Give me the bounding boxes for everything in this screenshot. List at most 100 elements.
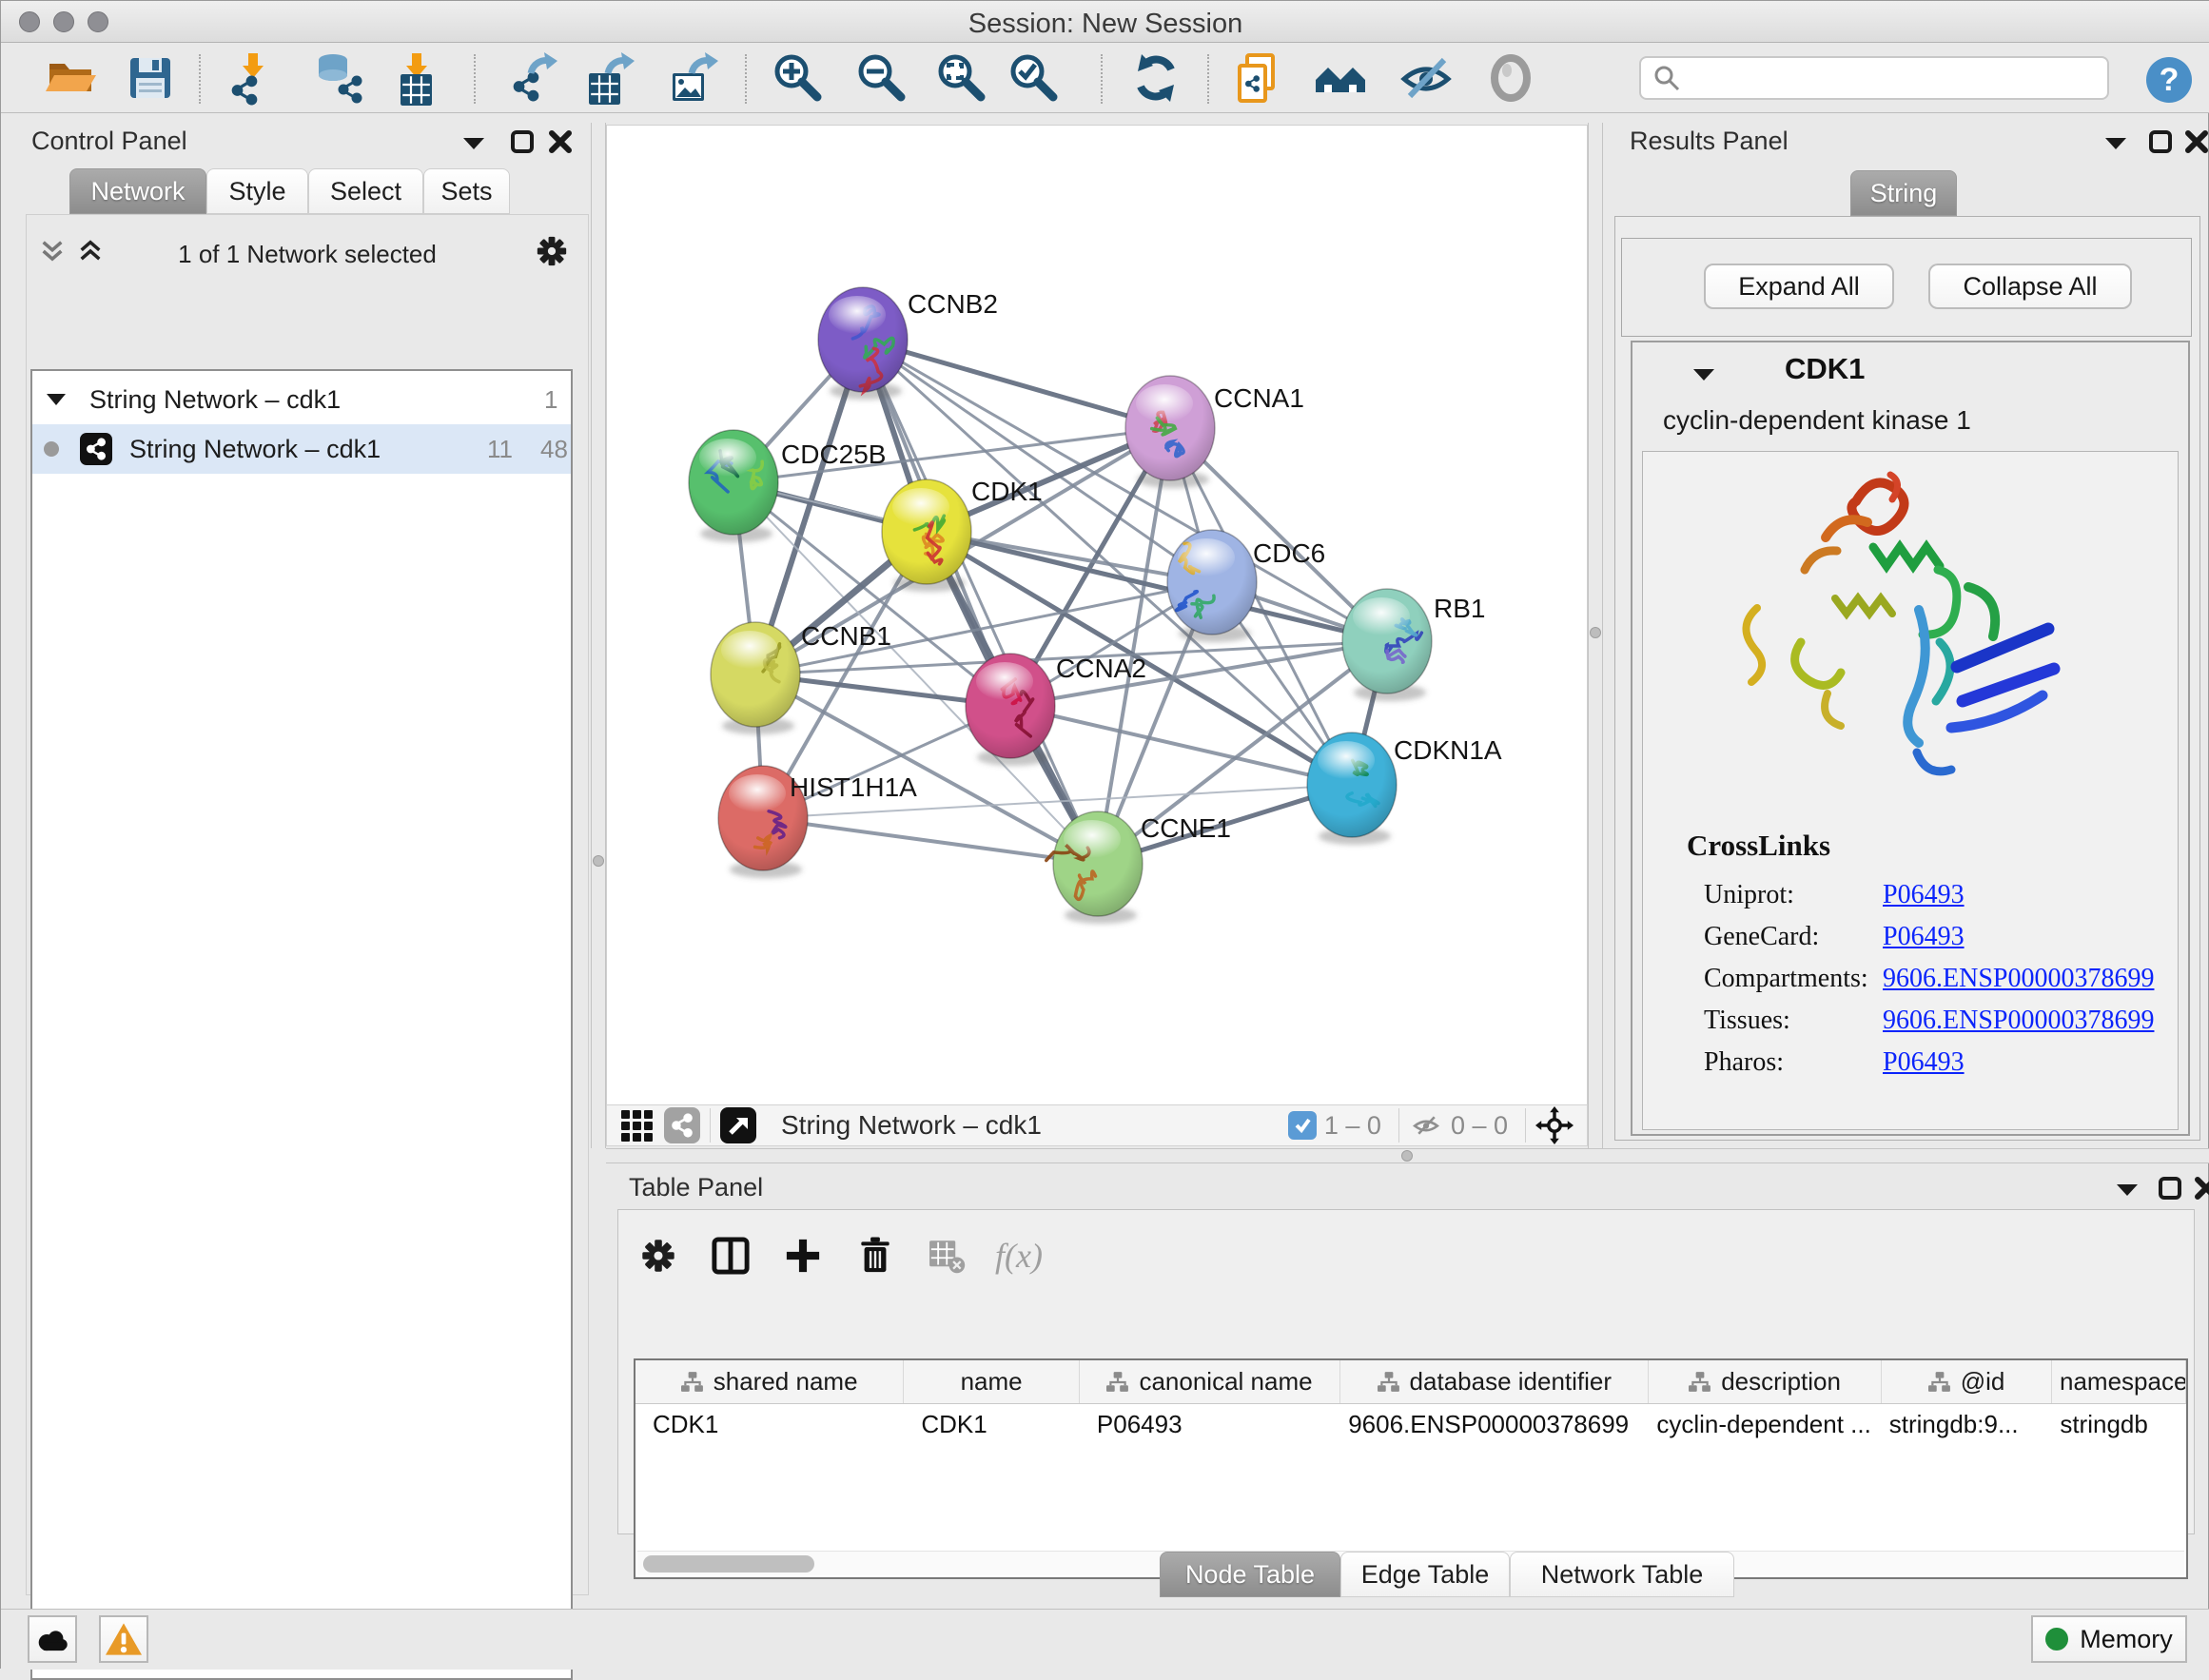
copy-network-button[interactable] xyxy=(1231,50,1286,106)
hide-selected-button[interactable] xyxy=(1398,50,1454,106)
table-cell[interactable]: CDK1 xyxy=(904,1404,1080,1446)
crosslink-link[interactable]: P06493 xyxy=(1883,922,1965,952)
network-row-selected[interactable]: String Network – cdk1 11 48 xyxy=(32,424,571,474)
network-node-cdc6[interactable]: CDC6 xyxy=(1167,530,1325,642)
fit-selected-crosshair-icon[interactable] xyxy=(1535,1106,1574,1144)
crosslink-link[interactable]: 9606.ENSP00000378699 xyxy=(1883,964,2154,994)
splitter-handle[interactable] xyxy=(593,855,604,867)
column-header-shared-name[interactable]: shared name xyxy=(635,1360,904,1403)
export-network-button[interactable] xyxy=(508,50,563,106)
open-in-window-icon[interactable] xyxy=(720,1107,756,1143)
crosslink-link[interactable]: P06493 xyxy=(1883,880,1965,910)
search-input[interactable] xyxy=(1691,64,2107,93)
tab-edge-table[interactable]: Edge Table xyxy=(1340,1552,1510,1597)
delete-column-icon[interactable] xyxy=(850,1231,900,1280)
zoom-fit-button[interactable] xyxy=(934,50,989,106)
panel-menu-icon[interactable] xyxy=(2115,1182,2140,1198)
panel-menu-icon[interactable] xyxy=(461,136,486,151)
collapse-all-button[interactable]: Collapse All xyxy=(1928,264,2132,309)
column-header-description[interactable]: description xyxy=(1649,1360,1881,1403)
viewbar-separator xyxy=(710,1108,711,1143)
right-splitter[interactable] xyxy=(1588,123,1603,1148)
panel-menu-icon[interactable] xyxy=(2103,136,2128,151)
import-network-file-button[interactable] xyxy=(225,50,280,106)
tree-expander-icon[interactable] xyxy=(46,393,67,406)
zoom-selected-button[interactable] xyxy=(1007,50,1062,106)
table-cell[interactable]: P06493 xyxy=(1080,1404,1340,1446)
export-image-button[interactable] xyxy=(665,50,720,106)
refresh-view-button[interactable] xyxy=(1128,50,1183,106)
grid-view-icon[interactable] xyxy=(618,1107,655,1143)
tab-network-table[interactable]: Network Table xyxy=(1510,1552,1734,1597)
string-network-graph[interactable]: CCNB2CCNA1CDC25BCDK1CDC6RB1CCNB1CCNA2CDK… xyxy=(607,126,1587,1104)
save-session-button[interactable] xyxy=(123,50,178,106)
section-expander-icon[interactable] xyxy=(1691,367,1716,382)
selected-checkbox-icon[interactable] xyxy=(1288,1111,1317,1140)
column-header-namespace[interactable]: namespace xyxy=(2052,1360,2186,1403)
cloud-status-button[interactable] xyxy=(28,1615,77,1663)
network-node-ccnb2[interactable]: CCNB2 xyxy=(818,287,998,400)
crosslink-link[interactable]: 9606.ENSP00000378699 xyxy=(1883,1006,2154,1036)
memory-button[interactable]: Memory xyxy=(2031,1615,2187,1663)
tab-node-table[interactable]: Node Table xyxy=(1160,1552,1340,1597)
network-node-cdk1[interactable]: CDK1 xyxy=(882,477,1043,592)
panel-close-icon[interactable] xyxy=(2193,1175,2209,1201)
network-node-ccna2[interactable]: CCNA2 xyxy=(966,654,1146,766)
panel-close-icon[interactable] xyxy=(547,128,574,155)
warnings-button[interactable] xyxy=(99,1615,148,1663)
table-row[interactable]: CDK1CDK1P064939606.ENSP00000378699cyclin… xyxy=(635,1404,2186,1446)
tab-style[interactable]: Style xyxy=(206,168,308,214)
table-cell[interactable]: stringdb xyxy=(2052,1404,2186,1446)
table-cell[interactable]: cyclin-dependent ... xyxy=(1649,1404,1881,1446)
network-collection-row[interactable]: String Network – cdk1 1 xyxy=(32,375,571,424)
string-view-icon[interactable] xyxy=(664,1107,700,1143)
network-node-hist1h1a[interactable]: HIST1H1A xyxy=(718,766,917,878)
panel-float-icon[interactable] xyxy=(509,128,536,155)
hierarchy-icon xyxy=(681,1371,704,1394)
import-network-database-button[interactable] xyxy=(312,50,367,106)
export-table-button[interactable] xyxy=(581,50,636,106)
tab-select[interactable]: Select xyxy=(308,168,423,214)
show-columns-icon[interactable] xyxy=(706,1231,755,1280)
tab-string-results[interactable]: String xyxy=(1850,170,1957,216)
table-cell[interactable]: CDK1 xyxy=(635,1404,904,1446)
horizontal-splitter[interactable] xyxy=(606,1148,2209,1163)
search-box[interactable] xyxy=(1639,56,2109,100)
zoom-out-button[interactable] xyxy=(854,50,909,106)
column-header--id[interactable]: @id xyxy=(1882,1360,2053,1403)
panel-float-icon[interactable] xyxy=(2147,128,2174,155)
help-button[interactable]: ? xyxy=(2143,54,2195,106)
table-cell[interactable]: 9606.ENSP00000378699 xyxy=(1340,1404,1649,1446)
column-header-canonical-name[interactable]: canonical name xyxy=(1080,1360,1340,1403)
splitter-handle[interactable] xyxy=(1401,1150,1413,1162)
show-all-button[interactable] xyxy=(1483,50,1538,106)
home-button[interactable] xyxy=(1313,50,1368,106)
expand-all-button[interactable]: Expand All xyxy=(1704,264,1894,309)
network-options-gear-icon[interactable] xyxy=(533,232,571,270)
crosslink-link[interactable]: P06493 xyxy=(1883,1047,1965,1078)
network-node-rb1[interactable]: RB1 xyxy=(1342,589,1485,701)
network-node-cdkn1a[interactable]: CDKN1A xyxy=(1307,733,1502,845)
string-network-icon xyxy=(80,433,112,465)
import-table-button[interactable] xyxy=(388,50,443,106)
splitter-handle[interactable] xyxy=(1590,627,1601,638)
network-node-ccne1[interactable]: CCNE1 xyxy=(1046,811,1231,924)
left-splitter[interactable] xyxy=(591,123,606,1148)
network-view-toolbar: String Network – cdk1 1 – 0 0 – 0 xyxy=(606,1104,1588,1146)
zoom-in-button[interactable] xyxy=(771,50,826,106)
add-column-icon[interactable] xyxy=(778,1231,828,1280)
network-canvas[interactable]: CCNB2CCNA1CDC25BCDK1CDC6RB1CCNB1CCNA2CDK… xyxy=(606,125,1588,1104)
network-edge[interactable] xyxy=(1010,706,1352,785)
column-header-database-identifier[interactable]: database identifier xyxy=(1340,1360,1649,1403)
network-edge[interactable] xyxy=(863,340,1170,428)
panel-float-icon[interactable] xyxy=(2157,1175,2183,1201)
column-header-name[interactable]: name xyxy=(904,1360,1080,1403)
tab-network[interactable]: Network xyxy=(69,168,206,214)
gene-name: CDK1 xyxy=(1785,352,1865,386)
table-gear-icon[interactable] xyxy=(634,1231,683,1280)
open-session-button[interactable] xyxy=(43,50,98,106)
panel-close-icon[interactable] xyxy=(2183,128,2209,155)
scrollbar-thumb[interactable] xyxy=(643,1555,814,1573)
tab-sets[interactable]: Sets xyxy=(423,168,510,214)
table-cell[interactable]: stringdb:9... xyxy=(1882,1404,2053,1446)
